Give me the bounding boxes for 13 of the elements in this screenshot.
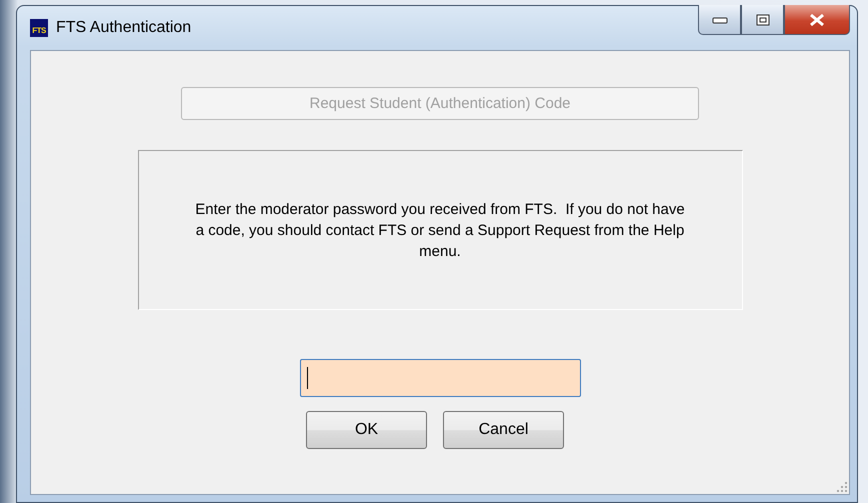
password-field[interactable] [300,359,580,397]
maximize-button[interactable] [741,5,784,35]
ok-button[interactable]: OK [306,411,427,449]
maximize-icon [756,14,770,26]
minimize-button[interactable] [698,5,741,35]
resize-grip-icon [835,480,847,492]
cancel-button[interactable]: Cancel [443,411,564,449]
window-title: FTS Authentication [56,19,192,37]
minimize-icon [712,16,728,24]
instruction-text: Enter the moderator password you received from FTS. If you do not have a code, you should contact FTS or send a Support Request from the Help menu. [194,200,686,262]
close-button[interactable] [784,5,850,35]
app-logo: FTS [30,19,48,37]
close-icon [809,12,825,26]
